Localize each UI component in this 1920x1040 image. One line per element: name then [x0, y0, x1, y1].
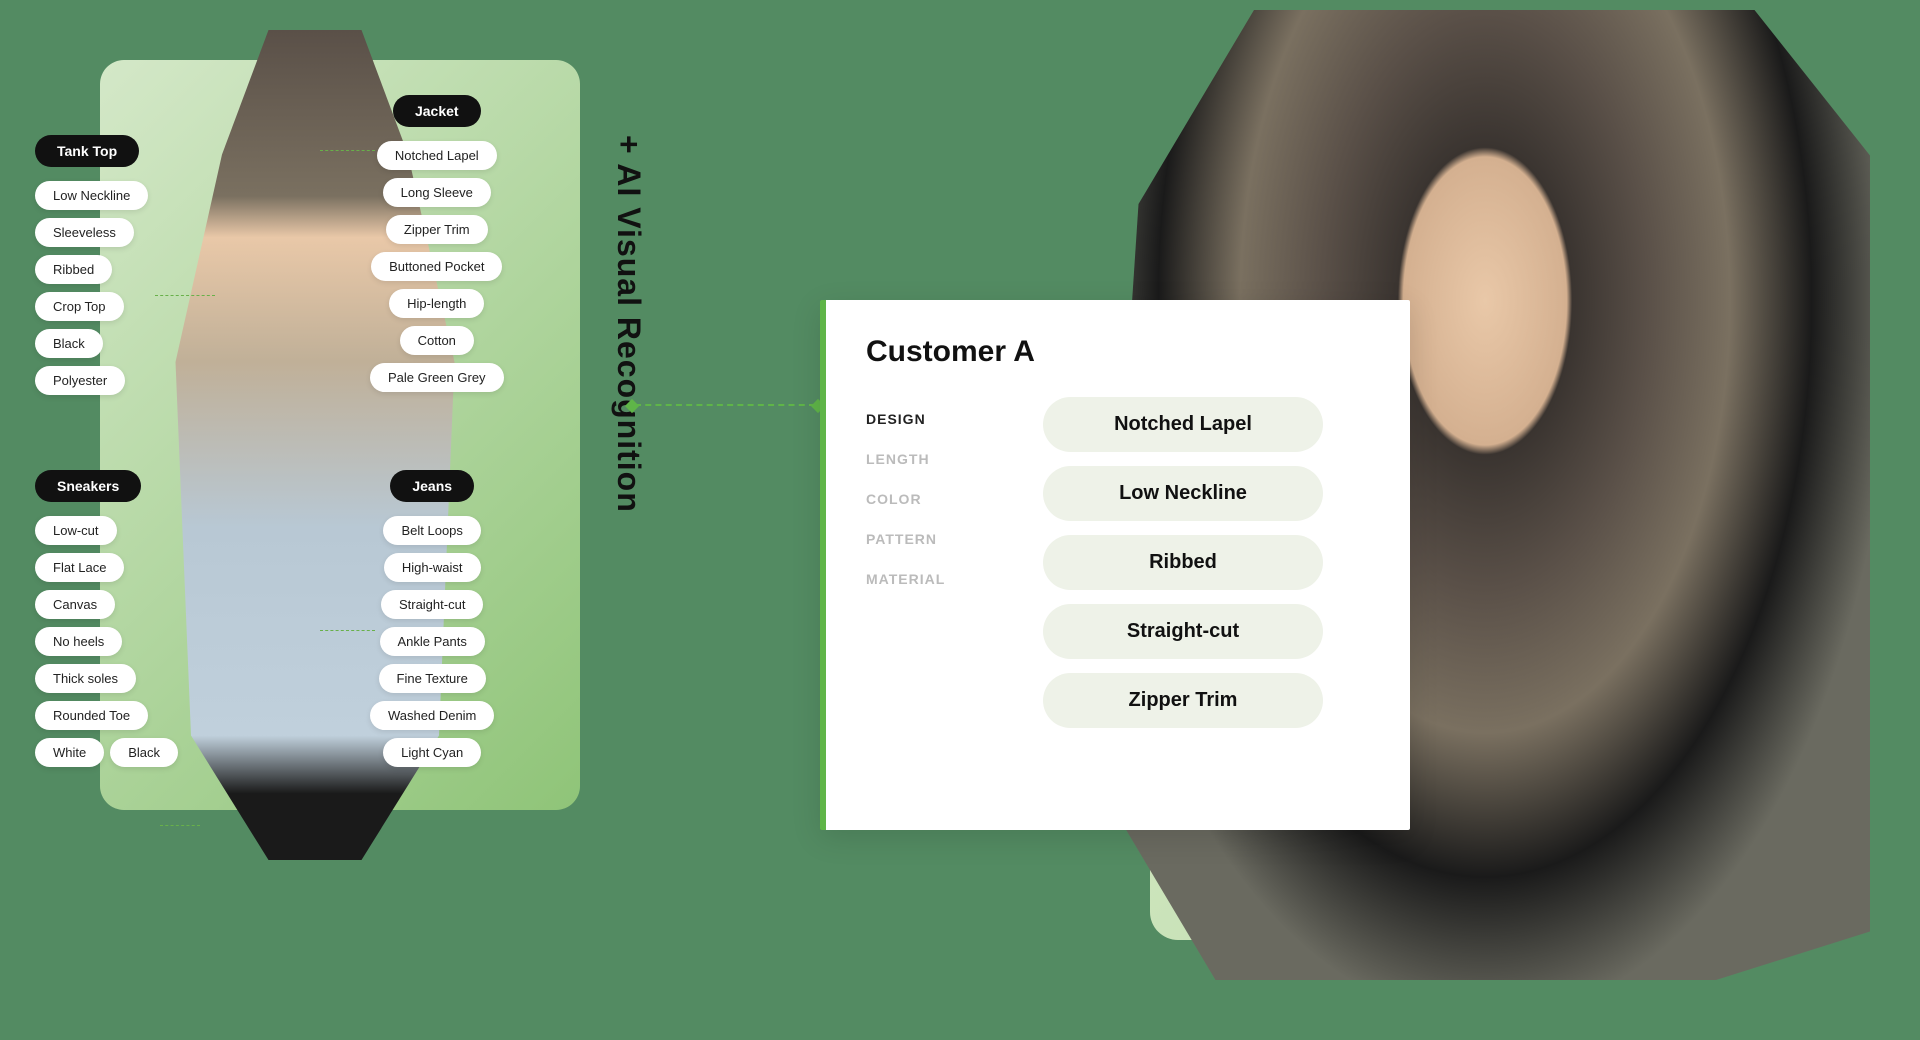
tag-pill: Black [35, 329, 103, 358]
callout-line [320, 150, 375, 151]
tag-pill: Fine Texture [379, 664, 486, 693]
tag-header-sneakers: Sneakers [35, 470, 141, 502]
tag-pill: Crop Top [35, 292, 124, 321]
tag-pill: Straight-cut [381, 590, 483, 619]
tag-pill: Hip-length [389, 289, 484, 318]
tag-group-tanktop: Tank Top Low Neckline Sleeveless Ribbed … [35, 135, 148, 395]
attr-label-color: COLOR [866, 491, 996, 507]
tag-pill: White [35, 738, 104, 767]
tag-pill: Ribbed [35, 255, 112, 284]
attr-pill: Straight-cut [1043, 604, 1323, 659]
tag-pill: Flat Lace [35, 553, 124, 582]
attr-label-pattern: PATTERN [866, 531, 996, 547]
tag-pill: No heels [35, 627, 122, 656]
tag-pill: Buttoned Pocket [371, 252, 502, 281]
tag-pill: Light Cyan [383, 738, 481, 767]
attr-label-material: MATERIAL [866, 571, 996, 587]
tag-pill: Washed Denim [370, 701, 494, 730]
tag-header-jacket: Jacket [393, 95, 481, 127]
tag-pill: Notched Lapel [377, 141, 497, 170]
tag-pill: Ankle Pants [380, 627, 485, 656]
tag-pill: Polyester [35, 366, 125, 395]
attr-pill: Notched Lapel [1043, 397, 1323, 452]
tag-pill: Cotton [400, 326, 474, 355]
customer-title: Customer A [866, 335, 1370, 369]
tag-pill: Low-cut [35, 516, 117, 545]
tag-pill: Canvas [35, 590, 115, 619]
callout-line [155, 295, 215, 296]
tag-pill: Pale Green Grey [370, 363, 504, 392]
customer-panel: Customer A DESIGN LENGTH COLOR PATTERN M… [820, 300, 1410, 830]
tag-header-jeans: Jeans [390, 470, 474, 502]
attr-label-length: LENGTH [866, 451, 996, 467]
attr-pill: Zipper Trim [1043, 673, 1323, 728]
attr-label-design: DESIGN [866, 411, 996, 427]
callout-line [320, 630, 375, 631]
attribute-labels: DESIGN LENGTH COLOR PATTERN MATERIAL [866, 397, 996, 587]
tag-pill: Sleeveless [35, 218, 134, 247]
tag-pill: Black [110, 738, 178, 767]
attr-pill: Low Neckline [1043, 466, 1323, 521]
vertical-label: + AI Visual Recognition [610, 135, 647, 513]
attr-pill: Ribbed [1043, 535, 1323, 590]
tag-header-tanktop: Tank Top [35, 135, 139, 167]
tag-pill: Zipper Trim [386, 215, 488, 244]
tag-group-jacket: Jacket Notched Lapel Long Sleeve Zipper … [370, 95, 504, 392]
callout-line [160, 825, 200, 826]
tag-pill: Rounded Toe [35, 701, 148, 730]
tag-group-sneakers: Sneakers Low-cut Flat Lace Canvas No hee… [35, 470, 178, 767]
attribute-values: Notched Lapel Low Neckline Ribbed Straig… [996, 397, 1370, 728]
tag-pill: Long Sleeve [383, 178, 491, 207]
connector-line [635, 404, 815, 406]
tag-pill: Low Neckline [35, 181, 148, 210]
tag-pill: Belt Loops [383, 516, 480, 545]
tag-group-jeans: Jeans Belt Loops High-waist Straight-cut… [370, 470, 494, 767]
tag-pill: High-waist [384, 553, 481, 582]
tag-pill: Thick soles [35, 664, 136, 693]
